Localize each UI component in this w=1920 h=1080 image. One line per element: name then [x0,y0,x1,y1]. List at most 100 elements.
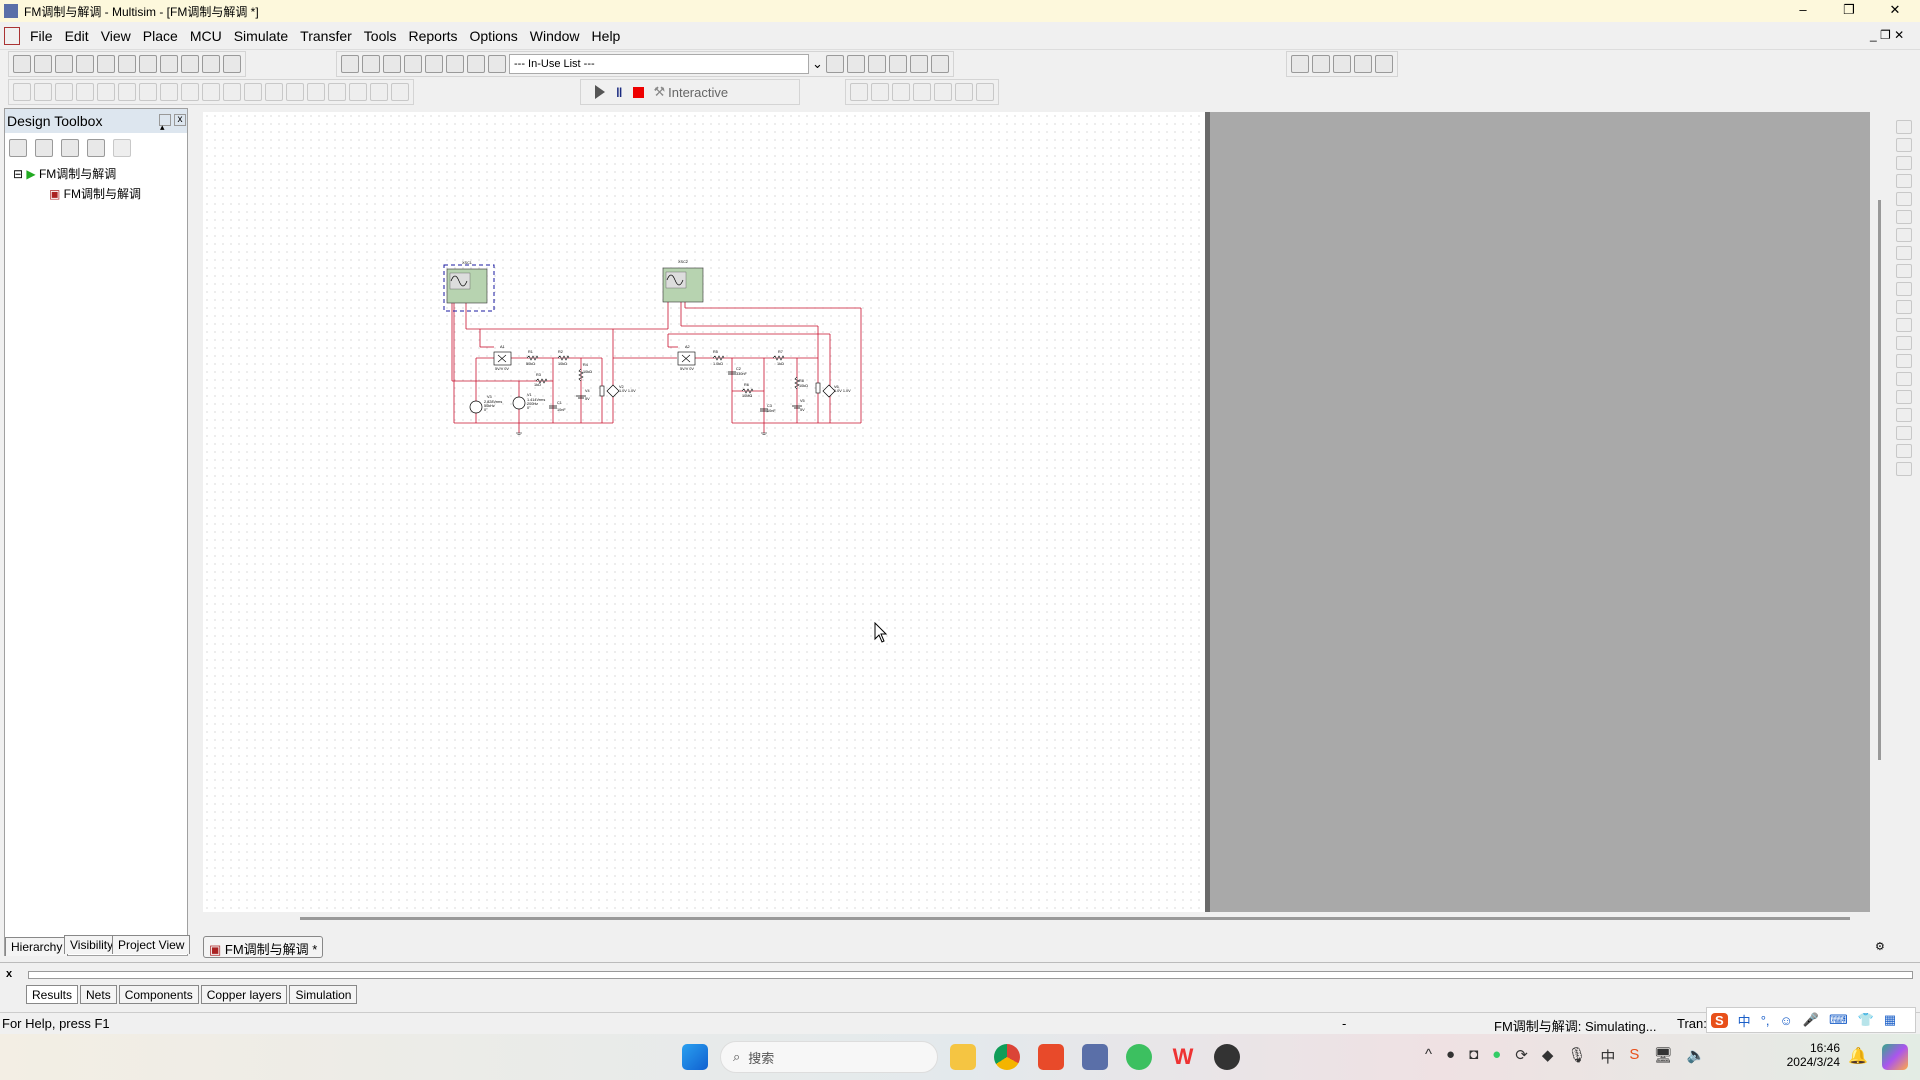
instrument-icon[interactable] [1896,300,1912,314]
tray-app-icon[interactable]: ● [1446,1046,1455,1067]
grapher-icon[interactable] [404,55,422,73]
tab-nets[interactable]: Nets [80,985,117,1004]
instrument-icon[interactable] [1896,228,1912,242]
horizontal-scrollbar[interactable] [300,917,1850,920]
toolbox-grid-icon[interactable]: ▦ [1884,1012,1896,1028]
sogou-icon[interactable]: S [1711,1012,1728,1028]
maximize-button[interactable]: ❐ [1826,0,1872,22]
notification-bell-icon[interactable]: 🔔 [1848,1046,1868,1066]
spice-netlist-icon[interactable] [383,55,401,73]
ladder-icon[interactable] [328,83,346,101]
voltage-probe-icon[interactable] [850,83,868,101]
analog-icon[interactable] [97,83,115,101]
menu-file[interactable]: File [24,28,59,44]
chevron-down-icon[interactable]: ⌄ [812,56,823,72]
probe-settings-icon[interactable] [976,83,994,101]
tray-wechat-icon[interactable]: ● [1492,1046,1501,1067]
volume-icon[interactable]: 🔈 [1686,1046,1705,1067]
tree-item-root[interactable]: ⊟ ▶ FM调制与解调 [13,165,179,182]
electrical-rules-icon[interactable] [488,55,506,73]
new-window-icon[interactable] [87,139,105,157]
postprocessor-icon[interactable] [467,55,485,73]
digital-probe-icon[interactable] [955,83,973,101]
copilot-icon[interactable] [1882,1044,1908,1070]
tab-hierarchy[interactable]: Hierarchy [5,937,69,956]
full-screen-icon[interactable] [1375,55,1393,73]
basic-icon[interactable] [34,83,52,101]
tray-remote-icon[interactable]: ◘ [1469,1046,1478,1067]
open-sample-icon[interactable] [55,55,73,73]
design-toolbox-icon[interactable] [341,55,359,73]
wps-icon[interactable]: W [1170,1044,1196,1070]
differential-probe-icon[interactable] [913,83,931,101]
text-icon[interactable] [113,139,131,157]
instrument-icon[interactable] [1896,210,1912,224]
paste-icon[interactable] [181,55,199,73]
tab-components[interactable]: Components [118,985,199,1004]
find-examples-icon[interactable] [909,55,928,73]
copy-icon[interactable] [160,55,178,73]
multisim-icon[interactable] [1082,1044,1108,1070]
instrument-icon[interactable] [1896,138,1912,152]
instrument-icon[interactable] [1896,264,1912,278]
menu-view[interactable]: View [95,28,137,44]
save-design-icon[interactable] [61,139,79,157]
in-use-list-dropdown[interactable]: --- In-Use List --- [509,54,809,74]
circuit-schematic[interactable]: XSC1 XSC2 A1 5V/V 0V A2 5V/V 0V R1 50kΩ R2 10kΩ R3… [440,255,880,445]
print-icon[interactable] [97,55,115,73]
menu-reports[interactable]: Reports [402,28,463,44]
pause-icon[interactable]: ‖ [616,85,622,100]
current-probe-icon[interactable] [871,83,889,101]
system-tray[interactable]: ^ ● ◘ ● ⟳ ◆ 🎙 中 S 🖥 🔈 [1425,1046,1705,1067]
zoom-in-icon[interactable] [1291,55,1309,73]
mdi-controls[interactable]: _ ❐ ✕ [1870,28,1904,42]
hierarchical-block-icon[interactable] [370,83,388,101]
instrument-icon[interactable] [1896,246,1912,260]
power-probe-icon[interactable] [892,83,910,101]
redo-icon[interactable] [223,55,241,73]
run-icon[interactable] [595,85,605,99]
help-icon[interactable] [930,55,949,73]
menu-edit[interactable]: Edit [59,28,95,44]
transistor-icon[interactable] [76,83,94,101]
tray-sogou-icon[interactable]: S [1629,1046,1639,1067]
electromechanical-icon[interactable] [307,83,325,101]
tab-visibility[interactable]: Visibility [64,935,120,954]
spreadsheet-scrollbar[interactable] [28,971,1913,979]
start-icon[interactable] [682,1044,708,1070]
file-explorer-icon[interactable] [950,1044,976,1070]
tray-sync-icon[interactable]: ⟳ [1515,1046,1528,1067]
instrument-icon[interactable] [1896,120,1912,134]
tray-mic-icon[interactable]: 🎙 [1567,1046,1586,1067]
menu-help[interactable]: Help [586,28,627,44]
voice-icon[interactable]: 🎤 [1803,1012,1819,1028]
print-preview-icon[interactable] [118,55,136,73]
sheet-settings-icon[interactable]: ⚙ [1875,940,1885,953]
mcu-icon[interactable] [160,83,178,101]
ime-mode[interactable]: 中 [1738,1011,1751,1030]
keyboard-icon[interactable]: ⌨ [1829,1012,1848,1028]
toolbox-float-button[interactable]: ▴ [159,114,171,132]
stop-icon[interactable] [633,86,645,98]
tray-ime-icon[interactable]: 中 [1600,1046,1615,1067]
clock[interactable]: 16:46 2024/3/24 [1780,1041,1840,1069]
menu-tools[interactable]: Tools [358,28,403,44]
tray-cat-icon[interactable]: ◆ [1542,1046,1554,1067]
misc-icon[interactable] [244,83,262,101]
zoom-area-icon[interactable] [1333,55,1351,73]
close-button[interactable]: ✕ [1872,0,1918,22]
chrome-icon[interactable] [994,1044,1020,1070]
spreadsheet-icon[interactable] [362,55,380,73]
diode-icon[interactable] [55,83,73,101]
schematic-canvas[interactable] [203,112,1205,912]
instrument-icon[interactable] [1896,408,1912,422]
database-icon[interactable] [425,55,443,73]
transfer-ultiboard-icon[interactable] [846,55,865,73]
app-icon-dark[interactable] [1214,1044,1240,1070]
emoji-icon[interactable]: ☺ [1780,1013,1793,1028]
power-icon[interactable] [202,83,220,101]
wechat-icon[interactable] [1126,1044,1152,1070]
tab-results[interactable]: Results [26,985,79,1004]
ime-toolbar[interactable]: S 中 °, ☺ 🎤 ⌨ 👕 ▦ [1706,1007,1916,1033]
app-icon-red[interactable] [1038,1044,1064,1070]
